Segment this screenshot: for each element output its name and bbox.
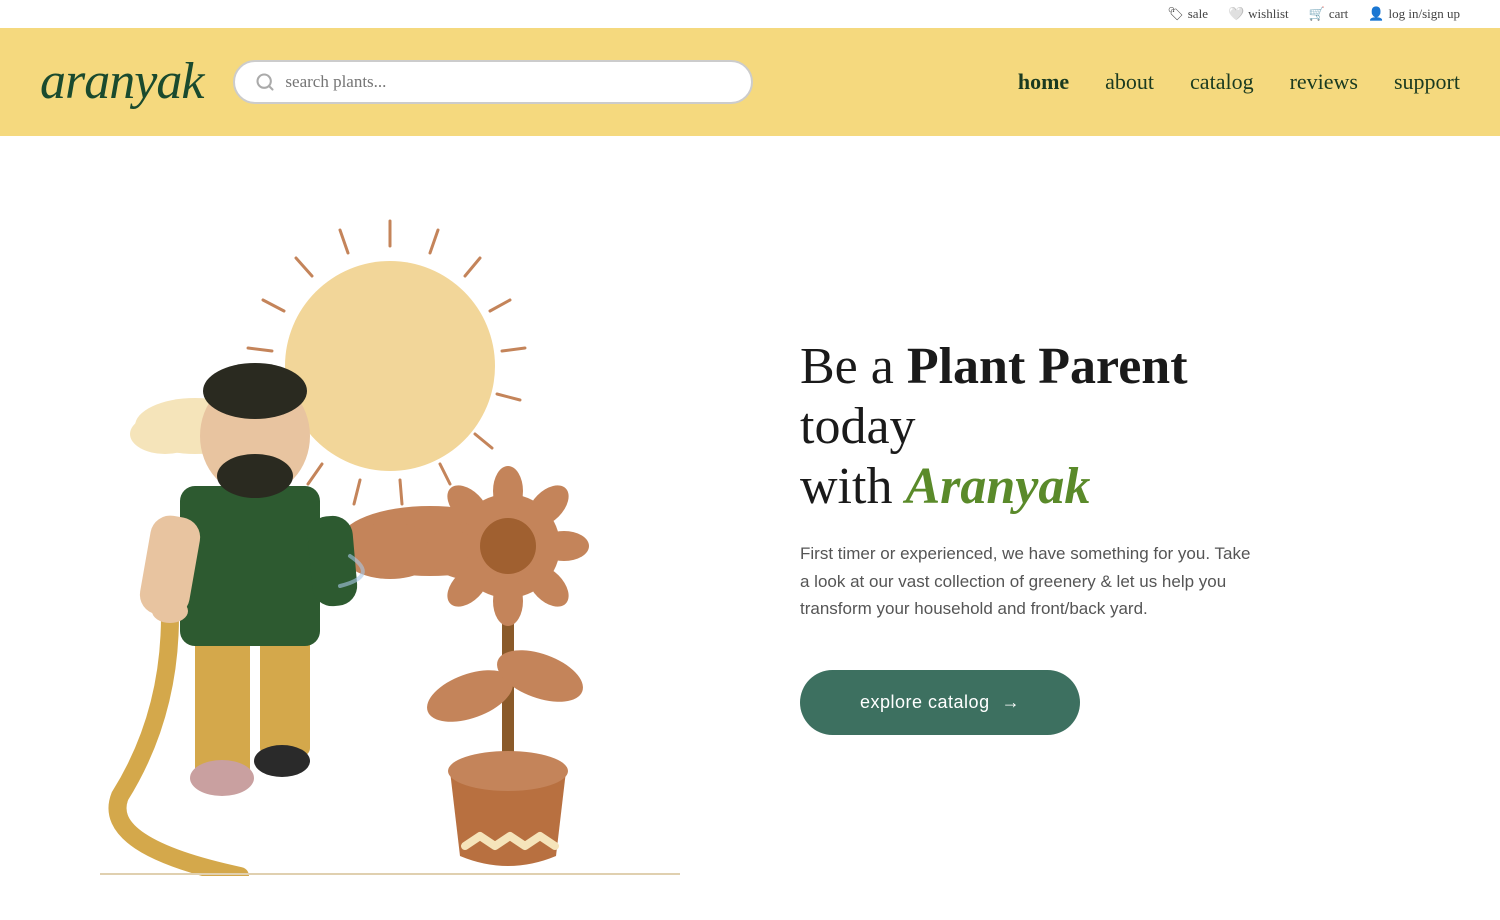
wishlist-link[interactable]: 🤍 wishlist bbox=[1228, 6, 1289, 22]
logo: aranyak bbox=[40, 56, 203, 108]
wishlist-icon: 🤍 bbox=[1228, 6, 1244, 22]
heading-with: with bbox=[800, 458, 905, 515]
heading-part2: today bbox=[800, 398, 916, 455]
top-bar: 🏷 sale 🤍 wishlist 🛒 cart 👤 log in/sign u… bbox=[0, 0, 1500, 28]
hero-section: Be a Plant Parent today with Aranyak Fir… bbox=[0, 136, 1500, 916]
heading-bold: Plant Parent bbox=[907, 338, 1188, 395]
user-icon: 👤 bbox=[1368, 6, 1384, 22]
nav-item-home[interactable]: home bbox=[1018, 69, 1069, 95]
login-label: log in/sign up bbox=[1388, 6, 1460, 22]
cart-label: cart bbox=[1329, 6, 1348, 22]
explore-arrow: → bbox=[1002, 692, 1021, 713]
nav-item-reviews[interactable]: reviews bbox=[1290, 69, 1358, 95]
sale-icon: 🏷 bbox=[1167, 6, 1184, 22]
sale-label: sale bbox=[1188, 6, 1208, 22]
header: aranyak home about catalog reviews suppo… bbox=[0, 28, 1500, 136]
cart-link[interactable]: 🛒 cart bbox=[1309, 6, 1349, 22]
login-link[interactable]: 👤 log in/sign up bbox=[1368, 6, 1460, 22]
search-icon bbox=[255, 72, 275, 92]
nav-item-about[interactable]: about bbox=[1105, 69, 1154, 95]
explore-label: explore catalog bbox=[860, 692, 990, 713]
sale-link[interactable]: 🏷 sale bbox=[1167, 6, 1208, 22]
hero-illustration bbox=[40, 196, 740, 876]
search-bar bbox=[233, 60, 753, 104]
hero-heading: Be a Plant Parent today with Aranyak bbox=[800, 337, 1260, 516]
heading-brand: Aranyak bbox=[905, 458, 1090, 515]
hero-content: Be a Plant Parent today with Aranyak Fir… bbox=[740, 337, 1340, 735]
explore-catalog-button[interactable]: explore catalog → bbox=[800, 670, 1080, 735]
hero-description: First timer or experienced, we have some… bbox=[800, 540, 1260, 622]
illustration-svg bbox=[40, 196, 740, 876]
main-nav: home about catalog reviews support bbox=[1018, 69, 1460, 95]
heading-part1: Be a bbox=[800, 338, 907, 395]
nav-item-support[interactable]: support bbox=[1394, 69, 1460, 95]
nav-item-catalog[interactable]: catalog bbox=[1190, 69, 1254, 95]
cart-icon: 🛒 bbox=[1309, 6, 1325, 22]
search-container bbox=[233, 60, 753, 104]
wishlist-label: wishlist bbox=[1248, 6, 1288, 22]
search-input[interactable] bbox=[285, 72, 731, 92]
